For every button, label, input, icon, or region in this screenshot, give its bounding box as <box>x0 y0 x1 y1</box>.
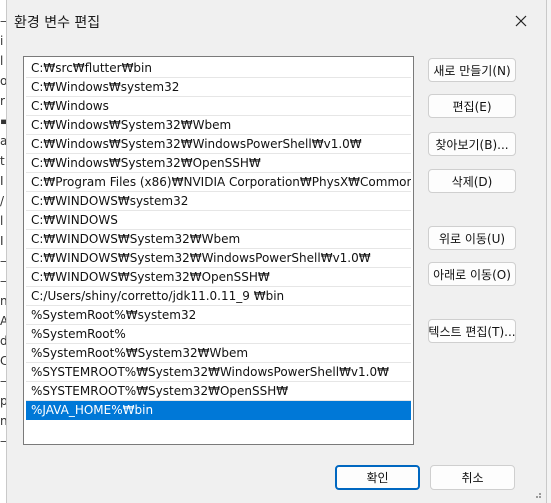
path-list-item[interactable]: %SystemRoot% <box>26 325 411 344</box>
path-list-item[interactable]: C:₩Program Files (x86)₩NVIDIA Corporatio… <box>26 173 411 192</box>
close-button[interactable] <box>510 10 532 32</box>
delete-button[interactable]: 삭제(D) <box>428 169 516 193</box>
path-list-item[interactable]: C:₩WINDOWS₩System32₩OpenSSH₩ <box>26 268 411 287</box>
move-up-button[interactable]: 위로 이동(U) <box>428 226 516 250</box>
path-list-item[interactable]: C:₩Windows <box>26 97 411 116</box>
path-list-item[interactable]: C:₩Windows₩System32₩Wbem <box>26 116 411 135</box>
browse-button[interactable]: 찾아보기(B)... <box>428 132 516 156</box>
path-list-item[interactable]: C:₩Windows₩System32₩WindowsPowerShell₩v1… <box>26 135 411 154</box>
resize-grip-icon[interactable] <box>532 489 542 499</box>
path-list-item[interactable]: %SYSTEMROOT%₩System32₩OpenSSH₩ <box>26 382 411 401</box>
title-bar[interactable]: 환경 변수 편집 <box>7 0 546 42</box>
cancel-button[interactable]: 취소 <box>430 465 515 490</box>
edit-text-button[interactable]: 텍스트 편집(T)... <box>428 319 516 343</box>
path-list-item[interactable]: %SYSTEMROOT%₩System32₩WindowsPowerShell₩… <box>26 363 411 382</box>
path-list-item[interactable]: %SystemRoot%₩System32₩Wbem <box>26 344 411 363</box>
path-list-item[interactable]: %JAVA_HOME%₩bin <box>26 401 411 420</box>
edit-environment-variable-dialog: 환경 변수 편집 C:₩src₩flutter₩bin C:₩Windows₩sy… <box>6 0 547 503</box>
dialog-title: 환경 변수 편집 <box>14 15 101 31</box>
path-list-item[interactable]: C:₩src₩flutter₩bin <box>26 59 411 78</box>
path-list-item[interactable]: C:₩WINDOWS₩System32₩WindowsPowerShell₩v1… <box>26 249 411 268</box>
path-list-item[interactable]: %SystemRoot%₩system32 <box>26 306 411 325</box>
path-list-item[interactable]: C:/Users/shiny/corretto/jdk11.0.11_9 ₩bi… <box>26 287 411 306</box>
move-down-button[interactable]: 아래로 이동(O) <box>428 262 516 286</box>
close-icon <box>515 15 527 27</box>
path-list-item[interactable]: C:₩WINDOWS <box>26 211 411 230</box>
new-button[interactable]: 새로 만들기(N) <box>428 58 516 82</box>
path-list-item[interactable]: C:₩WINDOWS₩System32₩Wbem <box>26 230 411 249</box>
path-list-item[interactable]: C:₩WINDOWS₩system32 <box>26 192 411 211</box>
ok-button[interactable]: 확인 <box>335 465 420 490</box>
path-list[interactable]: C:₩src₩flutter₩bin C:₩Windows₩system32 C:₩… <box>23 56 414 445</box>
edit-button[interactable]: 편집(E) <box>428 94 516 118</box>
path-list-item[interactable]: C:₩Windows₩system32 <box>26 78 411 97</box>
path-list-item[interactable]: C:₩Windows₩System32₩OpenSSH₩ <box>26 154 411 173</box>
